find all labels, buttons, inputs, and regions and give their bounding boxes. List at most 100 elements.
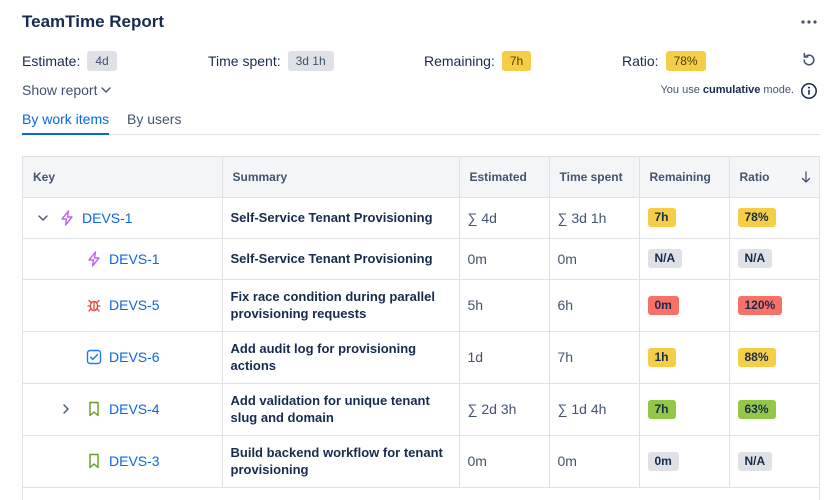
ratio-cell: 120%	[729, 279, 819, 332]
column-header-time-spent[interactable]: Time spent	[549, 157, 640, 198]
time-spent-value: 3d 1h	[287, 51, 334, 71]
summary-cell: Build backend workflow for tenant provis…	[222, 435, 460, 488]
column-header-key[interactable]: Key	[23, 157, 223, 198]
ratio-header-label: Ratio	[739, 169, 770, 184]
key-cell: DEVS-3	[23, 435, 223, 488]
mode-note-prefix: You use	[660, 84, 700, 96]
estimate-value: 4d	[87, 51, 117, 71]
estimated-cell: 5h	[459, 279, 550, 332]
page-title: TeamTime Report	[22, 12, 165, 31]
collapse-chevron-icon[interactable]	[35, 210, 51, 226]
time-spent-cell: ∑ 3d 1h	[549, 197, 640, 239]
ratio-label: Ratio:	[622, 53, 659, 69]
remaining-cell: 1h	[639, 331, 730, 384]
remaining-badge: 0m	[647, 451, 679, 471]
mode-note-suffix: mode.	[763, 84, 794, 96]
ratio-stat: Ratio: 78%	[622, 50, 706, 72]
ratio-badge: 120%	[737, 295, 783, 315]
estimated-cell: 0m	[459, 238, 550, 280]
key-cell: DEVS-5	[23, 279, 223, 332]
time-spent-cell: 6h	[549, 279, 640, 332]
ratio-badge: 63%	[737, 399, 776, 419]
remaining-badge: 1h	[647, 347, 676, 367]
time-spent-stat: Time spent: 3d 1h	[208, 50, 334, 72]
epic-icon	[59, 209, 75, 226]
view-tabs: By work items By users	[22, 110, 820, 135]
remaining-cell: 7h	[639, 383, 730, 436]
work-item-key-link[interactable]: DEVS-4	[109, 401, 160, 417]
ratio-badge: N/A	[737, 249, 773, 268]
remaining-stat: Remaining: 7h	[424, 50, 532, 72]
summary-cell: Add audit log for provisioning actions	[222, 331, 460, 384]
ratio-cell: 88%	[729, 331, 819, 384]
sort-arrow-down-icon[interactable]	[801, 171, 811, 183]
ratio-value: 78%	[665, 51, 706, 71]
info-icon[interactable]	[800, 82, 818, 100]
estimated-cell: ∑ 2d 3h	[459, 383, 550, 436]
time-spent-cell: ∑ 1d 4h	[549, 383, 640, 436]
work-item-key-link[interactable]: DEVS-1	[82, 210, 133, 226]
time-spent-label: Time spent:	[208, 53, 281, 69]
table-row[interactable]: DEVS-1 Self-Service Tenant Provisioning …	[23, 197, 819, 239]
summary-cell: Self-Service Tenant Provisioning	[222, 238, 460, 280]
remaining-label: Remaining:	[424, 53, 495, 69]
key-cell: DEVS-6	[23, 331, 223, 384]
table-row[interactable]: DEVS-4 Add validation for unique tenant …	[23, 383, 819, 436]
remaining-badge: 7h	[647, 208, 676, 227]
ratio-badge: N/A	[737, 451, 773, 471]
column-header-estimated[interactable]: Estimated	[459, 157, 550, 198]
ratio-cell: N/A	[729, 238, 819, 280]
summary-cell: Self-Service Tenant Provisioning	[222, 197, 460, 239]
tab-by-users[interactable]: By users	[127, 111, 181, 135]
more-actions-button[interactable]	[798, 12, 820, 32]
mode-note-mode: cumulative	[702, 84, 761, 96]
mode-note: You use cumulative mode.	[660, 84, 794, 96]
remaining-cell: N/A	[639, 238, 730, 280]
ratio-badge: 88%	[737, 347, 776, 367]
summary-cell: Add validation for unique tenant slug an…	[222, 383, 460, 436]
column-header-ratio[interactable]: Ratio	[729, 157, 819, 198]
estimated-cell: ∑ 4d	[459, 197, 550, 239]
work-item-key-link[interactable]: DEVS-5	[109, 297, 160, 313]
task-icon	[86, 349, 102, 365]
remaining-badge: 0m	[647, 295, 679, 315]
estimated-cell: 0m	[459, 435, 550, 488]
key-cell: DEVS-1	[23, 197, 223, 239]
ratio-badge: 78%	[737, 208, 776, 227]
column-header-summary[interactable]: Summary	[222, 157, 460, 198]
ratio-cell: 78%	[729, 197, 819, 239]
column-header-remaining[interactable]: Remaining	[639, 157, 730, 198]
key-cell: DEVS-4	[23, 383, 223, 436]
bug-icon	[86, 297, 102, 313]
story-icon	[86, 401, 102, 417]
ratio-cell: 63%	[729, 383, 819, 436]
epic-icon	[86, 250, 102, 267]
remaining-cell: 7h	[639, 197, 730, 239]
table-row[interactable]: DEVS-6 Add audit log for provisioning ac…	[23, 331, 819, 384]
work-item-key-link[interactable]: DEVS-1	[109, 251, 160, 267]
table-row[interactable]: DEVS-3 Build backend workflow for tenant…	[23, 435, 819, 488]
tab-by-work-items[interactable]: By work items	[22, 111, 110, 135]
refresh-icon	[803, 52, 815, 66]
show-report-toggle[interactable]: Show report	[22, 82, 112, 98]
refresh-button[interactable]	[798, 49, 820, 71]
more-horizontal-icon	[801, 20, 817, 24]
chevron-down-icon	[101, 87, 112, 93]
remaining-badge: N/A	[647, 249, 683, 268]
estimate-label: Estimate:	[22, 53, 81, 69]
summary-cell: Fix race condition during parallel provi…	[222, 279, 460, 332]
table-row[interactable]: DEVS-5 Fix race condition during paralle…	[23, 279, 819, 332]
remaining-cell: 0m	[639, 279, 730, 332]
remaining-cell: 0m	[639, 435, 730, 488]
expand-chevron-icon[interactable]	[58, 401, 74, 417]
work-items-table: Key Summary Estimated Time spent Remaini…	[22, 156, 820, 500]
summary-stats: Estimate: 4d Time spent: 3d 1h Remaining…	[0, 50, 840, 72]
work-item-key-link[interactable]: DEVS-6	[109, 349, 160, 365]
story-icon	[86, 453, 102, 469]
time-spent-cell: 0m	[549, 435, 640, 488]
ratio-cell: N/A	[729, 435, 819, 488]
remaining-badge: 7h	[647, 399, 676, 419]
table-row[interactable]: DEVS-1 Self-Service Tenant Provisioning …	[23, 238, 819, 280]
time-spent-cell: 7h	[549, 331, 640, 384]
work-item-key-link[interactable]: DEVS-3	[109, 453, 160, 469]
